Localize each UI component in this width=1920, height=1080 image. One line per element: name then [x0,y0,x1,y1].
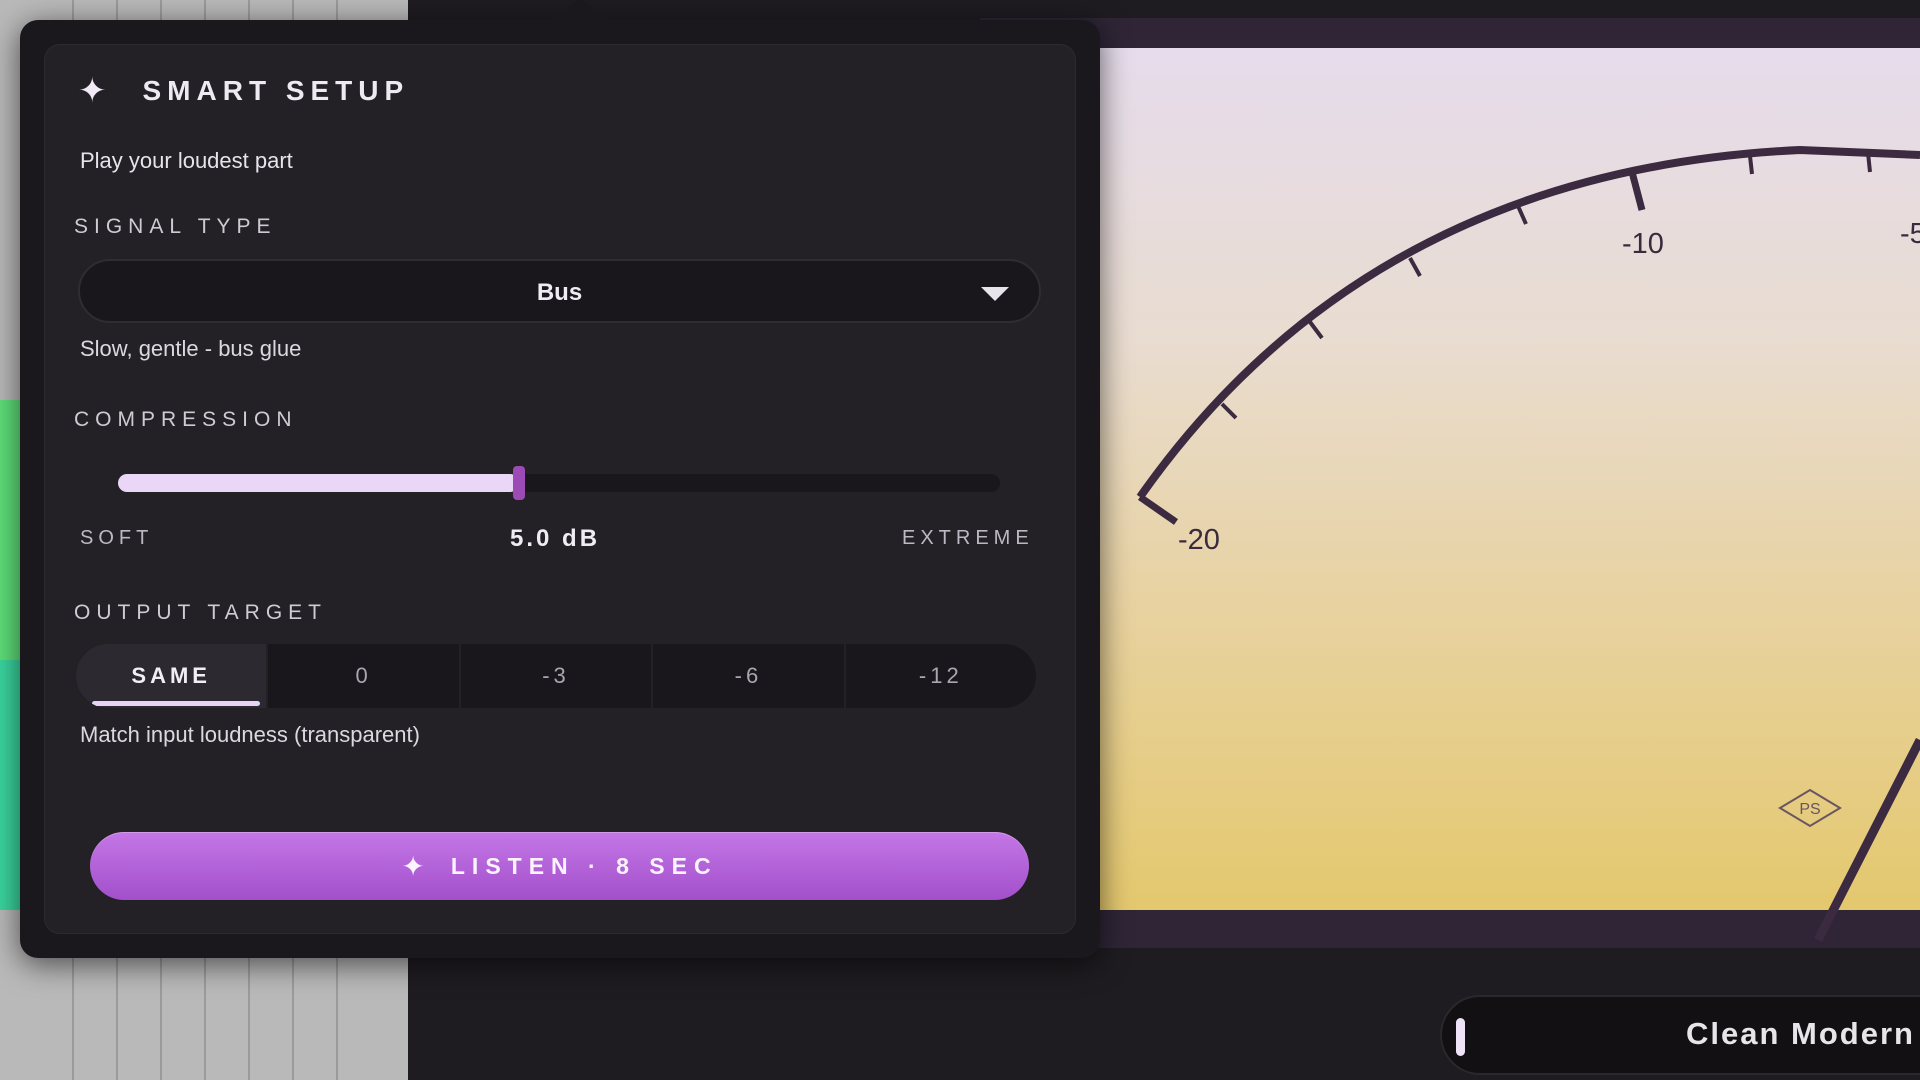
compression-max-label: EXTREME [902,527,1034,549]
popup-header: ✦ SMART SETUP [78,74,409,108]
popup-title: SMART SETUP [142,75,410,106]
signal-type-dropdown[interactable]: Bus [78,259,1041,323]
meter-label: -20 [1178,524,1220,556]
svg-text:PS: PS [1799,801,1820,818]
output-target-description: Match input loudness (transparent) [80,722,420,747]
chevron-down-icon [981,287,1009,301]
popup-subtitle: Play your loudest part [80,148,293,173]
sparkle-icon: ✦ [78,72,107,110]
compression-value: 5.0 dB [510,525,601,552]
signal-type-value: Bus [536,279,583,306]
sparkle-icon: ✦ [401,850,425,882]
signal-type-label: SIGNAL TYPE [74,215,277,238]
listen-button-label: LISTEN · 8 SEC [450,852,718,879]
brand-logo-icon: PS [1778,788,1842,828]
output-target-option[interactable]: -12 [846,644,1036,708]
signal-type-description: Slow, gentle - bus glue [80,336,302,361]
output-target-option[interactable]: -6 [653,644,846,708]
compression-min-label: SOFT [80,527,154,549]
output-target-selector: SAME 0 -3 -6 -12 [76,644,1036,708]
compression-label: COMPRESSION [74,408,298,431]
compression-slider[interactable] [118,466,1000,500]
preset-name: Clean Modern [1686,1016,1915,1051]
meter-label: -10 [1622,228,1664,260]
compression-slider-fill [118,474,520,492]
meter-label: -5 [1900,218,1920,250]
output-target-option[interactable]: SAME [76,644,269,708]
popup-pointer [550,0,610,20]
output-target-option[interactable]: 0 [268,644,461,708]
output-target-option[interactable]: -3 [461,644,654,708]
compression-slider-thumb[interactable] [513,466,526,500]
preset-handle[interactable] [1456,1018,1465,1056]
listen-button[interactable]: ✦ LISTEN · 8 SEC [90,832,1029,900]
output-target-label: OUTPUT TARGET [74,601,328,624]
